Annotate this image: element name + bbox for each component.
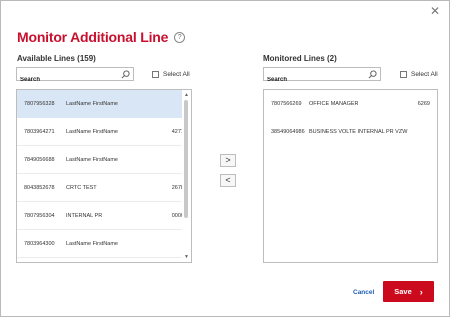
monitored-line-row[interactable]: 38549064986 BUSINESS VOLTE INTERNAL PR VZ… xyxy=(264,118,437,146)
available-search-field[interactable] xyxy=(16,67,134,86)
available-line-row[interactable]: 7807956304 INTERNAL PR 0000 xyxy=(17,202,191,230)
question-icon[interactable]: ? xyxy=(174,31,186,43)
monitored-search-field[interactable] xyxy=(263,67,381,86)
line-name: INTERNAL PR xyxy=(66,212,103,219)
available-select-all-label: Select All xyxy=(163,71,190,78)
line-name: LastName FirstName xyxy=(66,100,118,107)
available-lines-list[interactable]: 7807956328 LastName FirstName 7803964271 La… xyxy=(16,89,192,263)
available-line-row[interactable]: 7803964271 LastName FirstName 4271 xyxy=(17,118,191,146)
cancel-button[interactable]: Cancel xyxy=(353,289,374,296)
monitored-lines-list[interactable]: 7807566269 OFFICE MANAGER 6269 38549064986 B… xyxy=(263,89,438,263)
available-select-all-checkbox[interactable] xyxy=(152,71,159,78)
line-extension: 2678 xyxy=(171,184,184,191)
available-line-row[interactable]: 7807956328 LastName FirstName xyxy=(17,90,191,118)
available-search-input[interactable] xyxy=(17,74,133,86)
search-icon[interactable] xyxy=(121,70,130,79)
monitored-select-all[interactable]: Select All xyxy=(400,71,438,78)
line-name: OFFICE MANAGER xyxy=(309,101,359,107)
move-right-button[interactable]: > xyxy=(220,154,236,167)
available-lines-label: Available Lines (159) xyxy=(17,54,96,63)
save-label: Save xyxy=(394,287,412,296)
available-line-row[interactable]: 8043852678 CRTC TEST 2678 xyxy=(17,174,191,202)
scroll-thumb[interactable] xyxy=(184,100,188,218)
line-name: CRTC TEST xyxy=(66,184,97,191)
monitored-select-all-checkbox[interactable] xyxy=(400,71,407,78)
available-line-row[interactable]: 7849056688 LastName FirstName xyxy=(17,146,191,174)
scroll-up-icon[interactable]: ▲ xyxy=(183,92,190,98)
line-extension: 0000 xyxy=(171,212,184,219)
line-number: 7803964271 xyxy=(24,128,55,135)
monitored-search-input[interactable] xyxy=(264,74,380,86)
line-extension: 4271 xyxy=(171,128,184,135)
dialog-title: Monitor Additional Line xyxy=(17,29,169,45)
line-number: 8043852678 xyxy=(24,184,55,191)
chevron-right-icon: › xyxy=(419,286,423,297)
available-scrollbar[interactable]: ▲ ▼ xyxy=(182,90,191,262)
monitored-select-all-label: Select All xyxy=(411,71,438,78)
line-number: 7807956304 xyxy=(24,212,55,219)
dialog-header: Monitor Additional Line ? xyxy=(17,29,186,45)
line-number: 7807956328 xyxy=(24,100,55,107)
line-extension: 6269 xyxy=(417,101,430,107)
available-line-row[interactable]: 7803964300 LastName FirstName xyxy=(17,230,191,258)
save-button[interactable]: Save › xyxy=(383,281,434,302)
monitored-lines-label: Monitored Lines (2) xyxy=(263,54,337,63)
move-left-button[interactable]: < xyxy=(220,174,236,187)
line-name: BUSINESS VOLTE INTERNAL PR VZW xyxy=(309,129,408,135)
close-icon[interactable]: ✕ xyxy=(430,5,440,17)
line-number: 7803964300 xyxy=(24,240,55,247)
line-name: LastName FirstName xyxy=(66,128,118,135)
scroll-down-icon[interactable]: ▼ xyxy=(183,254,190,260)
search-icon[interactable] xyxy=(368,70,377,79)
monitor-line-dialog: ✕ Monitor Additional Line ? Available Li… xyxy=(0,0,450,317)
line-name: LastName FirstName xyxy=(66,240,118,247)
available-select-all[interactable]: Select All xyxy=(152,71,190,78)
line-name: LastName FirstName xyxy=(66,156,118,163)
line-number: 38549064986 xyxy=(271,129,305,135)
line-number: 7807566269 xyxy=(271,101,302,107)
monitored-line-row[interactable]: 7807566269 OFFICE MANAGER 6269 xyxy=(264,90,437,118)
line-number: 7849056688 xyxy=(24,156,55,163)
